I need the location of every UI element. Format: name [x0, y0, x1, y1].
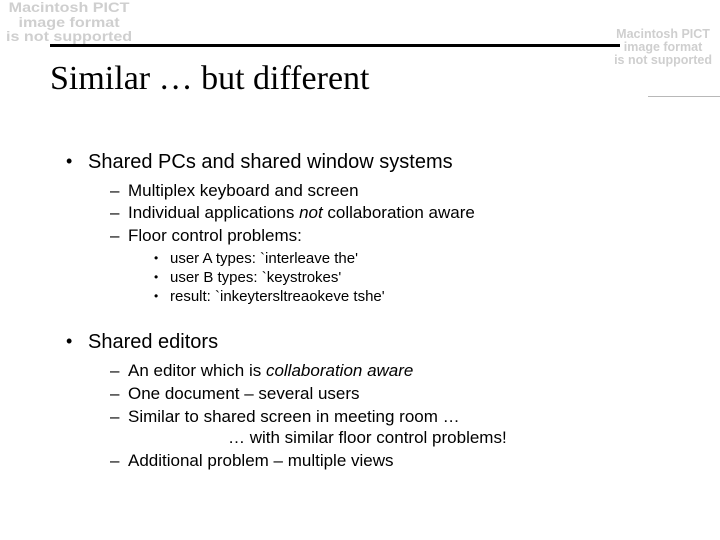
sub-item: Floor control problems: user A types: `i…	[110, 225, 680, 306]
sub-item: Individual applications not collaboratio…	[110, 202, 680, 224]
sub-item: One document – several users	[110, 383, 680, 405]
slide: { "warnings": { "left": "Macintosh PICT\…	[0, 0, 720, 540]
subsub-item: user B types: `keystrokes'	[154, 268, 680, 287]
bullet-shared-pcs: Shared PCs and shared window systems Mul…	[62, 150, 680, 306]
pict-warning-right: Macintosh PICT image format is not suppo…	[614, 28, 712, 67]
sub-item: Similar to shared screen in meeting room…	[110, 406, 680, 450]
sub-item: Additional problem – multiple views	[110, 450, 680, 472]
title-rule	[50, 44, 620, 47]
bullet-shared-editors: Shared editors An editor which is collab…	[62, 330, 680, 471]
subsub-item: result: `inkeytersltreaokeve tshe'	[154, 287, 680, 306]
pict-warning-left: Macintosh PICT image format is not suppo…	[6, 0, 132, 44]
slide-body: Shared PCs and shared window systems Mul…	[62, 150, 680, 480]
subsub-item: user A types: `interleave the'	[154, 249, 680, 268]
slide-title: Similar … but different	[50, 60, 369, 98]
side-box-rule	[648, 96, 720, 97]
bullet-heading: Shared editors	[88, 331, 218, 353]
sub-item: An editor which is collaboration aware	[110, 360, 680, 382]
bullet-heading: Shared PCs and shared window systems	[88, 151, 453, 173]
sub-item: Multiplex keyboard and screen	[110, 180, 680, 202]
